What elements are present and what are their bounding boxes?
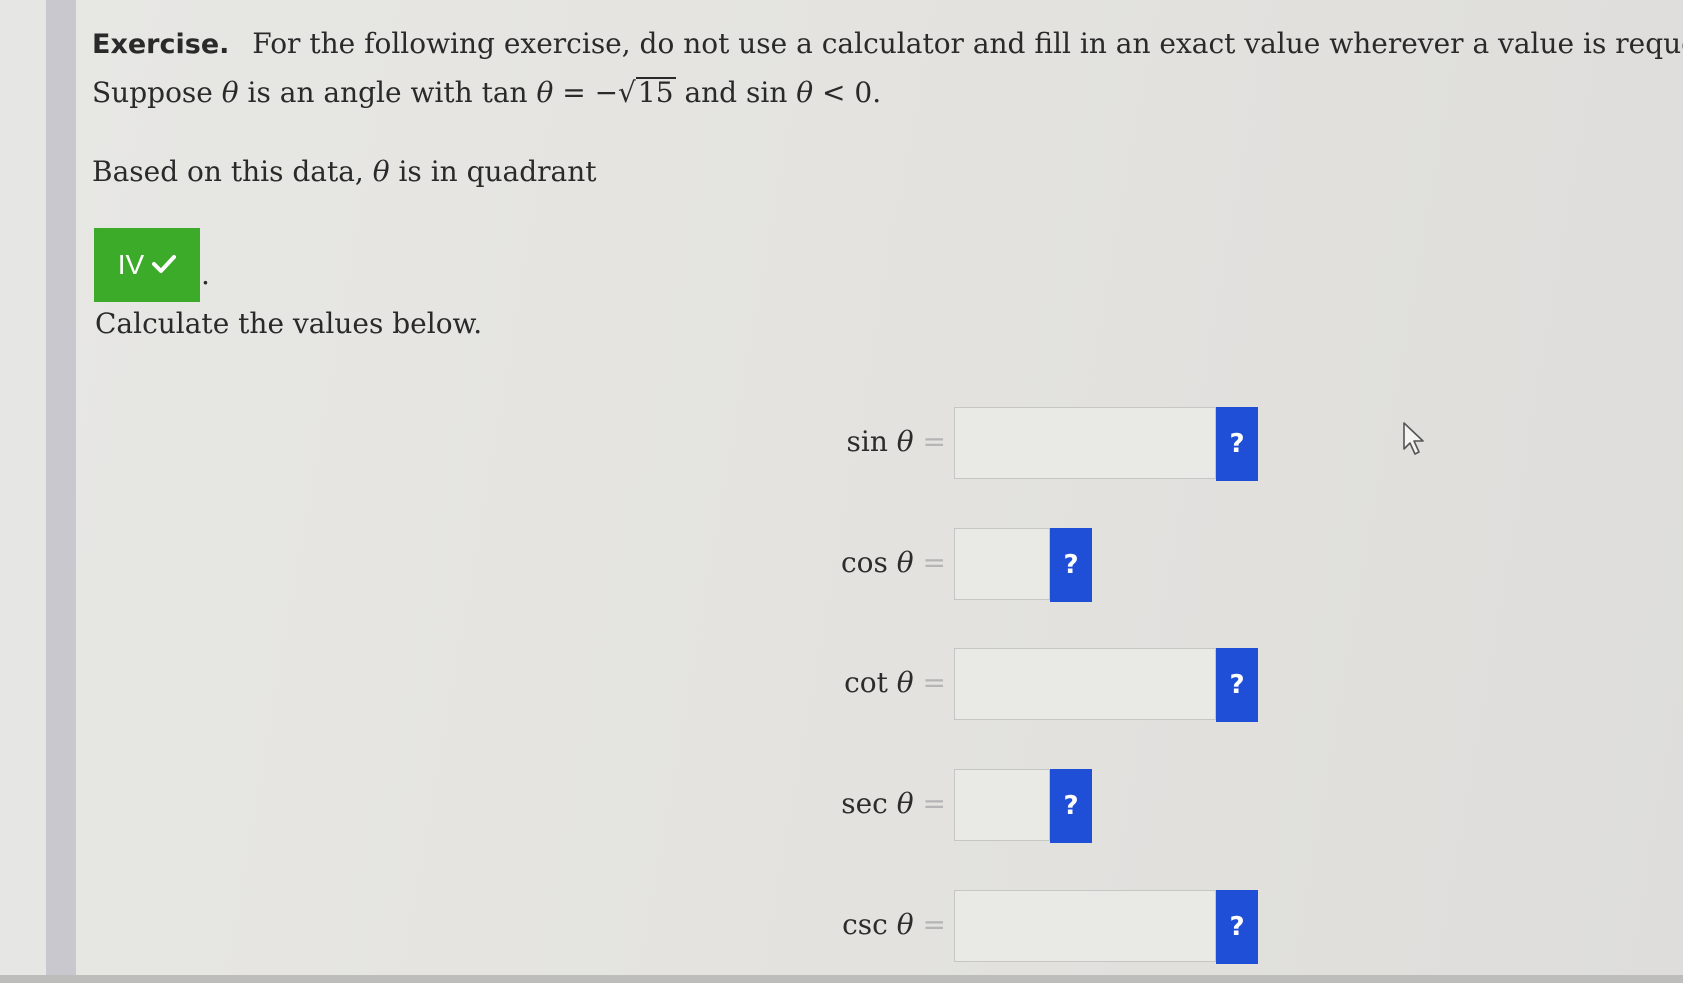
sin-input[interactable]	[954, 407, 1216, 479]
quadrant-prompt-end: is in quadrant	[398, 155, 597, 188]
calculate-heading: Calculate the values below.	[95, 307, 483, 340]
left-accent-bar	[46, 0, 76, 983]
bottom-edge	[0, 975, 1683, 983]
sec-label: sec θ =	[841, 787, 946, 820]
angle-text: is an angle with tan	[247, 76, 528, 109]
quadrant-answer-box[interactable]: IV	[94, 228, 200, 302]
theta-symbol: θ	[221, 76, 239, 109]
equals-negative: = −	[562, 76, 619, 109]
theta-symbol: θ	[796, 76, 814, 109]
sec-help-button[interactable]: ?	[1050, 769, 1092, 843]
sqrt-value: 15	[635, 76, 676, 109]
csc-label: csc θ =	[842, 908, 946, 941]
check-icon	[152, 249, 177, 281]
csc-input[interactable]	[954, 890, 1216, 962]
mouse-cursor-icon	[1402, 421, 1428, 463]
left-margin	[0, 0, 46, 983]
csc-help-button[interactable]: ?	[1216, 890, 1258, 964]
theta-symbol: θ	[372, 155, 390, 188]
less-than-zero: < 0.	[822, 76, 882, 109]
sec-input[interactable]	[954, 769, 1050, 841]
cos-label: cos θ =	[840, 546, 946, 579]
quadrant-prompt: Based on this data, θ is in quadrant	[92, 155, 597, 189]
exercise-premise-line: Suppose θ is an angle with tan θ = −√15 …	[92, 76, 881, 110]
cot-input[interactable]	[954, 648, 1216, 720]
answer-period: .	[201, 258, 210, 291]
exercise-label: Exercise.	[92, 29, 230, 60]
exercise-instruction: For the following exercise, do not use a…	[252, 27, 1683, 60]
cos-input[interactable]	[954, 528, 1050, 600]
sin-help-button[interactable]: ?	[1216, 407, 1258, 481]
sin-label: sin θ =	[846, 425, 947, 458]
theta-symbol: θ	[536, 76, 554, 109]
cos-help-button[interactable]: ?	[1050, 528, 1092, 602]
exercise-instruction-line: Exercise. For the following exercise, do…	[92, 27, 1683, 62]
quadrant-answer: IV	[117, 249, 145, 280]
exercise-panel	[76, 0, 1683, 975]
suppose-text: Suppose	[92, 76, 213, 109]
and-sin-text: and sin	[684, 76, 788, 109]
cot-label: cot θ =	[844, 666, 946, 699]
cot-help-button[interactable]: ?	[1216, 648, 1258, 722]
quadrant-prompt-start: Based on this data,	[92, 155, 364, 188]
sqrt-sign: √	[618, 76, 636, 109]
